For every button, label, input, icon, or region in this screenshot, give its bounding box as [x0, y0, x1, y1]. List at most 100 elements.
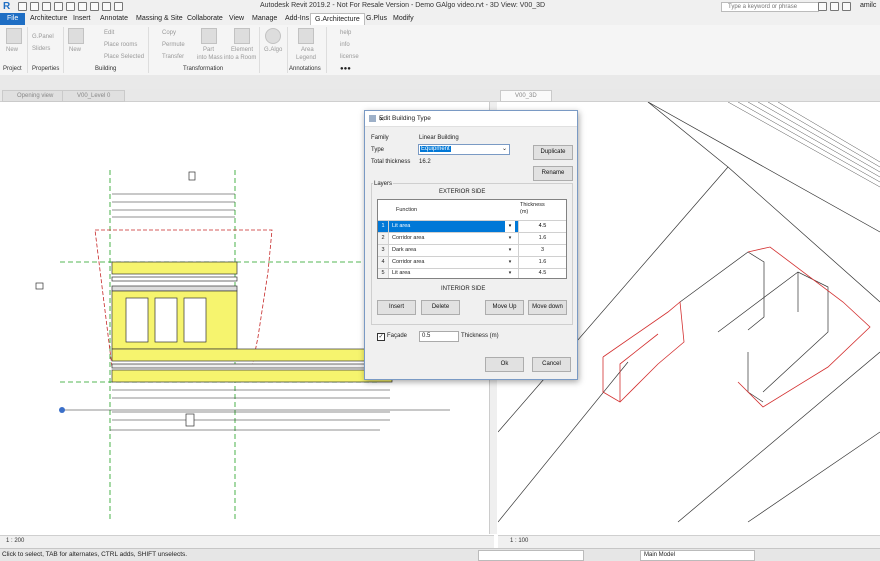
table-row[interactable]: 4 Corridor area ▾ 1.6	[378, 257, 566, 269]
edit-building-type-dialog: Edit Building Type ✕ Family Linear Build…	[364, 110, 578, 380]
3d-scale[interactable]: 1 : 100	[510, 538, 528, 544]
new-building-icon	[68, 28, 84, 44]
status-message: Click to select, TAB for alternates, CTR…	[2, 551, 188, 558]
close-icon[interactable]: ✕	[379, 115, 384, 123]
table-row[interactable]: 2 Corridor area ▾ 1.6	[378, 233, 566, 245]
tab-insert[interactable]: Insert	[69, 13, 95, 25]
table-row[interactable]: 1 Lit area ▾ 4.5	[378, 221, 566, 233]
facade-checkbox[interactable]: ✓	[377, 333, 385, 341]
tab-manage[interactable]: Manage	[248, 13, 281, 25]
galgo-button[interactable]: G.Algo	[264, 47, 282, 53]
new-project-button[interactable]: New	[6, 47, 18, 53]
star-icon[interactable]	[842, 2, 851, 11]
place-rooms-button[interactable]: Place rooms	[104, 42, 137, 48]
panel-annotations: Annotations	[289, 66, 321, 72]
area-button[interactable]: Area	[301, 47, 314, 53]
tab-g-plus[interactable]: G.Plus	[362, 13, 391, 25]
family-label: Family	[371, 135, 389, 141]
workset-dropdown[interactable]	[478, 550, 584, 561]
tab-collaborate[interactable]: Collaborate	[183, 13, 227, 25]
tab-modify[interactable]: Modify	[389, 13, 418, 25]
redo-icon[interactable]	[66, 2, 75, 11]
interior-side-label: INTERIOR SIDE	[441, 286, 486, 292]
new-project-icon	[6, 28, 22, 44]
row-dropdown-icon[interactable]: ▾	[505, 233, 515, 244]
tab-annotate[interactable]: Annotate	[96, 13, 132, 25]
print-icon[interactable]	[78, 2, 87, 11]
open-icon[interactable]	[18, 2, 27, 11]
binoculars-icon[interactable]	[818, 2, 827, 11]
layers-table: Function Thickness (m) 1 Lit area ▾ 4.5 …	[377, 199, 567, 279]
area-legend-icon	[298, 28, 314, 44]
move-up-button[interactable]: Move Up	[485, 300, 524, 315]
move-down-button[interactable]: Move down	[528, 300, 567, 315]
edit-button[interactable]: Edit	[104, 30, 114, 36]
part-button[interactable]: Part	[203, 47, 214, 53]
divider	[259, 27, 260, 73]
undo-icon[interactable]	[54, 2, 63, 11]
more-button[interactable]: ●●●	[340, 66, 351, 72]
row-dropdown-icon[interactable]: ▾	[505, 257, 515, 268]
tag-icon[interactable]	[102, 2, 111, 11]
row-dropdown-icon[interactable]: ▾	[505, 269, 515, 280]
dialog-title: Edit Building Type	[379, 115, 431, 122]
3d-view-controls: 1 : 100	[498, 535, 880, 548]
panel-properties: Properties	[32, 66, 60, 72]
design-option-dropdown[interactable]: Main Model	[640, 550, 755, 561]
search-input[interactable]: Type a keyword or phrase	[721, 2, 819, 12]
panel-building: Building	[95, 66, 117, 72]
g-panel-button[interactable]: G.Panel	[32, 34, 54, 40]
row-dropdown-icon[interactable]: ▾	[505, 221, 515, 232]
element-button[interactable]: Element	[231, 47, 253, 53]
insert-button[interactable]: Insert	[377, 300, 416, 315]
part-into-mass-icon	[201, 28, 217, 44]
revit-logo-icon[interactable]: R	[3, 1, 10, 12]
subscription-icon[interactable]	[830, 2, 839, 11]
row-dropdown-icon[interactable]: ▾	[505, 245, 515, 256]
transfer-button[interactable]: Transfer	[162, 54, 184, 60]
view-tab-3d[interactable]: V00_3D	[500, 90, 552, 102]
permute-button[interactable]: Permute	[162, 42, 185, 48]
tab-view[interactable]: View	[225, 13, 248, 25]
sync-icon[interactable]	[42, 2, 51, 11]
dialog-title-bar: Edit Building Type ✕	[365, 111, 577, 127]
view-tab-opening[interactable]: Opening view	[2, 90, 69, 102]
type-label: Type	[371, 147, 385, 153]
ok-button[interactable]: Ok	[485, 357, 524, 372]
place-selected-button[interactable]: Place Selected	[104, 54, 144, 60]
type-dropdown[interactable]: Equipment ⌄	[418, 144, 510, 155]
license-button[interactable]: license	[340, 54, 359, 60]
cancel-button[interactable]: Cancel	[532, 357, 571, 372]
user-name[interactable]: amilc	[860, 2, 876, 9]
facade-label: Façade	[387, 333, 408, 339]
ribbon: New Project G.Panel Sliders Properties N…	[0, 25, 880, 76]
plan-scale[interactable]: 1 : 200	[6, 538, 24, 544]
table-row[interactable]: 3 Dark area ▾ 3	[378, 245, 566, 257]
delete-button[interactable]: Delete	[421, 300, 460, 315]
divider	[287, 27, 288, 73]
dialog-icon	[369, 115, 376, 122]
new-building-button[interactable]: New	[69, 47, 81, 53]
copy-button[interactable]: Copy	[162, 30, 176, 36]
divider	[326, 27, 327, 73]
help-button[interactable]: help	[340, 30, 351, 36]
duplicate-button[interactable]: Duplicate	[533, 145, 573, 160]
divider	[148, 27, 149, 73]
measure-icon[interactable]	[90, 2, 99, 11]
tab-add-ins[interactable]: Add-Ins	[281, 13, 313, 25]
plan-view-controls: 1 : 200	[0, 535, 494, 548]
facade-thickness-input[interactable]: 0.5	[419, 331, 459, 342]
rename-button[interactable]: Rename	[533, 166, 573, 181]
3d-view-icon[interactable]	[114, 2, 123, 11]
chevron-down-icon: ⌄	[501, 146, 507, 152]
info-button[interactable]: info	[340, 42, 350, 48]
tab-architecture[interactable]: Architecture	[26, 13, 71, 25]
table-row[interactable]: 5 Lit area ▾ 4.5	[378, 269, 566, 278]
sliders-button[interactable]: Sliders	[32, 46, 50, 52]
tab-file[interactable]: File	[0, 13, 26, 25]
divider	[27, 27, 28, 73]
tab-massing-site[interactable]: Massing & Site	[132, 13, 187, 25]
save-icon[interactable]	[30, 2, 39, 11]
view-tab-level-0[interactable]: V00_Level 0	[62, 90, 126, 102]
panel-transformation: Transformation	[183, 66, 224, 72]
